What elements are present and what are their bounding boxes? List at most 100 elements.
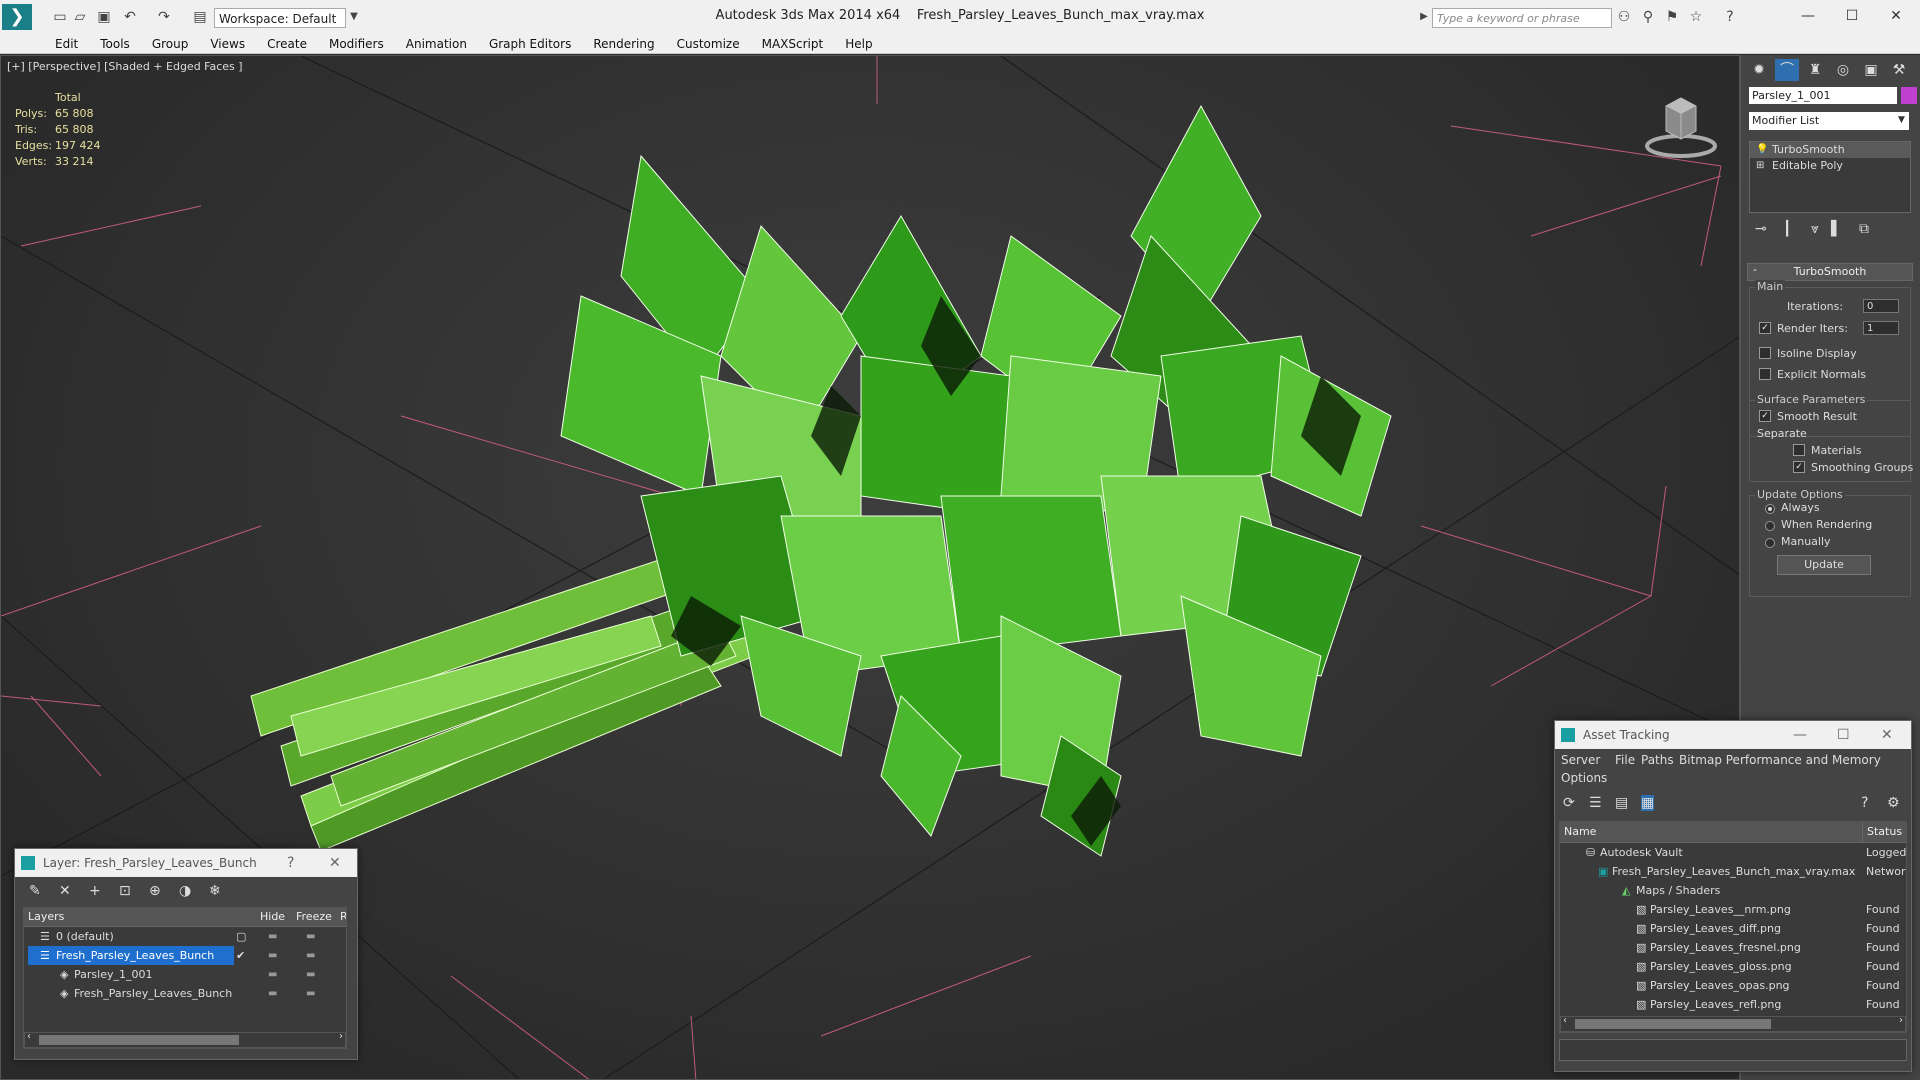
scroll-right-icon[interactable]: › bbox=[1899, 1015, 1903, 1026]
show-end-result-icon[interactable]: ┃ bbox=[1783, 221, 1791, 237]
lightbulb-icon[interactable]: 💡 bbox=[1756, 142, 1768, 158]
scroll-left-icon[interactable]: ‹ bbox=[1563, 1015, 1567, 1026]
help-icon[interactable]: ? bbox=[1861, 795, 1868, 811]
asset-row[interactable]: ▧ Parsley_Leaves__nrm.png Found bbox=[1560, 900, 1906, 919]
modifier-list-dropdown[interactable]: Modifier List bbox=[1749, 112, 1909, 130]
menu-views[interactable]: Views bbox=[199, 34, 256, 54]
hide-toggle[interactable]: ▬ bbox=[268, 984, 277, 1003]
smoothing-groups-checkbox[interactable]: ✓ bbox=[1793, 461, 1805, 473]
asset-row[interactable]: ▣ Fresh_Parsley_Leaves_Bunch_max_vray.ma… bbox=[1560, 862, 1906, 881]
layer-object-row[interactable]: ◈ Fresh_Parsley_Leaves_Bunch ▬ ▬ bbox=[24, 984, 346, 1003]
hierarchy-tab-icon[interactable]: ♜ bbox=[1803, 59, 1827, 81]
scroll-right-icon[interactable]: › bbox=[339, 1031, 343, 1042]
current-layer-check-icon[interactable]: ✔ bbox=[236, 946, 245, 965]
create-tab-icon[interactable]: ✹ bbox=[1747, 59, 1771, 81]
render-iters-checkbox[interactable]: ✓ bbox=[1759, 322, 1771, 334]
binoculars-icon[interactable]: ⚇ bbox=[1616, 9, 1632, 25]
menu-paths[interactable]: Paths bbox=[1641, 753, 1674, 767]
minimize-icon[interactable]: — bbox=[1793, 721, 1807, 749]
layer-row[interactable]: ☰ 0 (default) ▢ ▬ ▬ bbox=[24, 927, 346, 946]
viewcube-icon[interactable] bbox=[1641, 86, 1721, 166]
menu-server[interactable]: Server bbox=[1561, 753, 1600, 767]
update-button[interactable]: Update bbox=[1777, 555, 1871, 575]
asset-row[interactable]: ▧ Parsley_Leaves_gloss.png Found bbox=[1560, 957, 1906, 976]
iterations-spinner[interactable]: 0 bbox=[1863, 299, 1899, 313]
menu-create[interactable]: Create bbox=[256, 34, 318, 54]
help-icon[interactable]: ? bbox=[287, 849, 294, 877]
when-rendering-radio[interactable] bbox=[1765, 521, 1775, 531]
layer-row[interactable]: ☰ Fresh_Parsley_Leaves_Bunch bbox=[28, 946, 234, 965]
maximize-window-icon[interactable]: ☐ bbox=[1832, 4, 1872, 28]
layer-window-titlebar[interactable]: Layer: Fresh_Parsley_Leaves_Bunch ? ✕ bbox=[15, 849, 357, 877]
col-status[interactable]: Status bbox=[1862, 822, 1902, 842]
delete-layer-icon[interactable]: ✕ bbox=[59, 883, 71, 899]
freeze-toggle[interactable]: ▬ bbox=[306, 946, 315, 965]
table-view-icon[interactable]: ▤ bbox=[1615, 795, 1628, 811]
hide-toggle[interactable]: ▬ bbox=[268, 965, 277, 984]
close-icon[interactable]: ✕ bbox=[1881, 721, 1893, 749]
col-render[interactable]: R bbox=[340, 908, 346, 926]
hide-toggle[interactable]: ▬ bbox=[268, 927, 277, 946]
select-objects-icon[interactable]: ⊡ bbox=[119, 883, 131, 899]
current-layer-checkbox[interactable]: ▢ bbox=[236, 927, 246, 946]
grid-view-icon[interactable]: ▦ bbox=[1641, 795, 1655, 811]
close-icon[interactable]: ✕ bbox=[329, 849, 341, 877]
menu-group[interactable]: Group bbox=[141, 34, 200, 54]
help-icon[interactable]: ? bbox=[1722, 9, 1738, 25]
col-freeze[interactable]: Freeze bbox=[296, 908, 332, 926]
modifier-list-chevron-icon[interactable]: ▼ bbox=[1898, 115, 1905, 125]
turbosmooth-rollout-header[interactable]: TurboSmooth bbox=[1747, 263, 1913, 281]
menu-modifiers[interactable]: Modifiers bbox=[318, 34, 395, 54]
asset-row[interactable]: ▧ Parsley_Leaves_opas.png Found bbox=[1560, 976, 1906, 995]
layer-object-row[interactable]: ◈ Parsley_1_001 ▬ ▬ bbox=[24, 965, 346, 984]
menu-animation[interactable]: Animation bbox=[395, 34, 478, 54]
menu-customize[interactable]: Customize bbox=[666, 34, 751, 54]
freeze-toggle[interactable]: ▬ bbox=[306, 984, 315, 1003]
add-to-layer-icon[interactable]: + bbox=[89, 883, 101, 899]
col-name[interactable]: Name bbox=[1564, 822, 1596, 842]
menu-options[interactable]: Options bbox=[1561, 771, 1607, 785]
subscription-icon[interactable]: ⚲ bbox=[1640, 9, 1656, 25]
asset-row[interactable]: ⛁ Autodesk Vault Logged bbox=[1560, 843, 1906, 862]
hide-all-icon[interactable]: ◑ bbox=[179, 883, 191, 899]
highlight-layer-icon[interactable]: ⊕ bbox=[149, 883, 161, 899]
asset-row[interactable]: ◭ Maps / Shaders bbox=[1560, 881, 1906, 900]
rollout-collapse-icon[interactable]: - bbox=[1753, 263, 1757, 276]
viewport-label[interactable]: [+] [Perspective] [Shaded + Edged Faces … bbox=[7, 60, 243, 73]
minimize-window-icon[interactable]: — bbox=[1788, 4, 1828, 28]
asset-window-titlebar[interactable]: Asset Tracking — ☐ ✕ bbox=[1555, 721, 1911, 749]
list-view-icon[interactable]: ☰ bbox=[1589, 795, 1602, 811]
maximize-icon[interactable]: ☐ bbox=[1837, 721, 1850, 749]
col-layers[interactable]: Layers bbox=[28, 908, 64, 926]
close-window-icon[interactable]: ✕ bbox=[1876, 4, 1916, 28]
stack-item-turbosmooth[interactable]: 💡 TurboSmooth bbox=[1750, 142, 1910, 158]
hide-toggle[interactable]: ▬ bbox=[268, 946, 277, 965]
make-unique-icon[interactable]: ⩔ bbox=[1811, 221, 1819, 237]
layer-horizontal-scrollbar[interactable]: ‹ › bbox=[24, 1031, 346, 1048]
stack-item-editable-poly[interactable]: ⊞ Editable Poly bbox=[1750, 158, 1910, 174]
expand-plus-icon[interactable]: ⊞ bbox=[1756, 158, 1764, 174]
refresh-icon[interactable]: ⟳ bbox=[1563, 795, 1575, 811]
remove-modifier-icon[interactable]: ▌ bbox=[1831, 221, 1842, 237]
menu-maxscript[interactable]: MAXScript bbox=[751, 34, 835, 54]
materials-checkbox[interactable] bbox=[1793, 444, 1805, 456]
menu-bitmap-performance[interactable]: Bitmap Performance and Memory bbox=[1679, 753, 1881, 767]
asset-row[interactable]: ▧ Parsley_Leaves_diff.png Found bbox=[1560, 919, 1906, 938]
favorites-star-icon[interactable]: ☆ bbox=[1688, 9, 1704, 25]
search-input[interactable]: Type a keyword or phrase bbox=[1432, 8, 1612, 28]
menu-file[interactable]: File bbox=[1615, 753, 1635, 767]
menu-graph-editors[interactable]: Graph Editors bbox=[478, 34, 582, 54]
scrollbar-thumb[interactable] bbox=[1575, 1019, 1771, 1029]
freeze-all-icon[interactable]: ❄ bbox=[209, 883, 221, 899]
asset-row[interactable]: ▧ Parsley_Leaves_refl.png Found bbox=[1560, 995, 1906, 1014]
communication-center-icon[interactable]: ⚑ bbox=[1664, 9, 1680, 25]
menu-edit[interactable]: Edit bbox=[44, 34, 89, 54]
menu-help[interactable]: Help bbox=[834, 34, 883, 54]
scrollbar-thumb[interactable] bbox=[39, 1035, 239, 1045]
manually-radio[interactable] bbox=[1765, 538, 1775, 548]
configure-modifier-sets-icon[interactable]: ⧉ bbox=[1859, 221, 1869, 237]
explicit-normals-checkbox[interactable] bbox=[1759, 368, 1771, 380]
utilities-tab-icon[interactable]: ⚒ bbox=[1887, 59, 1911, 81]
motion-tab-icon[interactable]: ◎ bbox=[1831, 59, 1855, 81]
pin-stack-icon[interactable]: ⊸ bbox=[1755, 221, 1767, 237]
